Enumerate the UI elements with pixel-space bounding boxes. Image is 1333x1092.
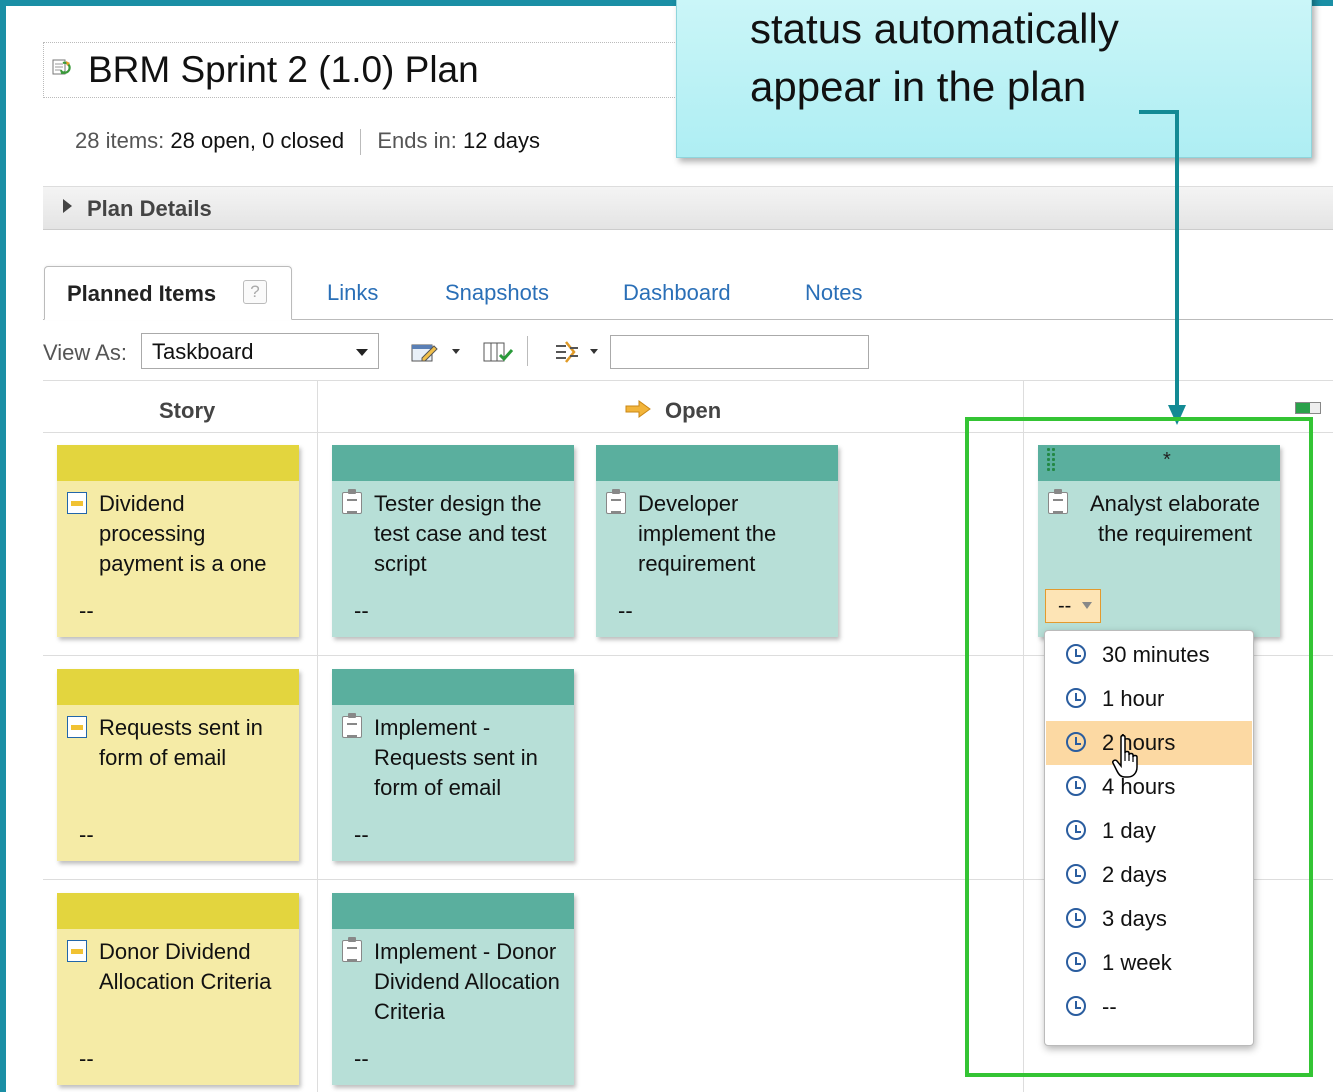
- toolbar-divider: [527, 336, 528, 366]
- help-icon[interactable]: ?: [243, 280, 267, 304]
- story-icon: [67, 716, 87, 738]
- callout-connector: [1139, 110, 1179, 114]
- callout-line: status automatically: [750, 5, 1119, 52]
- plan-details-label: Plan Details: [87, 196, 212, 221]
- board-top-line: [43, 380, 1333, 381]
- plan-summary: 28 items: 28 open, 0 closed Ends in: 12 …: [75, 128, 541, 156]
- tab-snapshots[interactable]: Snapshots: [445, 280, 549, 306]
- story-estimate: --: [79, 822, 94, 847]
- refresh-plan-icon: [52, 59, 71, 75]
- task-card[interactable]: Implement - Donor Dividend Allocation Cr…: [332, 893, 574, 1085]
- story-estimate: --: [79, 598, 94, 623]
- story-icon: [67, 940, 87, 962]
- edit-menu-chevron-icon[interactable]: [452, 349, 460, 354]
- callout-box: status automatically appear in the plan: [676, 0, 1312, 158]
- task-icon: [606, 489, 626, 514]
- task-title: Developer implement the requirement: [638, 491, 777, 576]
- story-icon: [67, 492, 87, 514]
- card-header-band: [332, 893, 574, 929]
- task-estimate: --: [354, 822, 369, 847]
- screen: BRM Sprint 2 (1.0) Plan 28 items: 28 ope…: [0, 0, 1333, 1092]
- task-card[interactable]: Tester design the test case and test scr…: [332, 445, 574, 637]
- frame-border-left: [0, 0, 6, 1092]
- task-card[interactable]: Implement - Requests sent in form of ema…: [332, 669, 574, 861]
- task-title: Tester design the test case and test scr…: [374, 491, 547, 576]
- summary-divider: [360, 129, 362, 156]
- filter-icon[interactable]: [552, 340, 582, 364]
- tab-dashboard[interactable]: Dashboard: [623, 280, 731, 306]
- story-title: Dividend processing payment is a one: [99, 491, 267, 576]
- story-estimate: --: [79, 1046, 94, 1071]
- task-title: Implement - Donor Dividend Allocation Cr…: [374, 939, 560, 1024]
- tab-label: Planned Items: [67, 281, 217, 306]
- card-header-band: [332, 669, 574, 705]
- card-header-band: [57, 893, 299, 929]
- task-card[interactable]: Developer implement the requirement --: [596, 445, 838, 637]
- column-header-open: Open: [665, 398, 722, 423]
- columns-icon[interactable]: [482, 340, 514, 364]
- tab-notes[interactable]: Notes: [805, 280, 862, 306]
- task-icon: [342, 713, 362, 738]
- story-card[interactable]: Donor Dividend Allocation Criteria --: [57, 893, 299, 1085]
- task-estimate: --: [354, 1046, 369, 1071]
- task-icon: [342, 937, 362, 962]
- column-toggle-icon[interactable]: [1295, 402, 1321, 414]
- card-header-band: [57, 445, 299, 481]
- story-card[interactable]: Requests sent in form of email --: [57, 669, 299, 861]
- callout-line: appear in the plan: [750, 63, 1087, 110]
- task-estimate: --: [618, 598, 633, 623]
- story-title: Donor Dividend Allocation Criteria: [99, 939, 272, 994]
- card-header-band: [57, 669, 299, 705]
- filter-input[interactable]: [610, 335, 869, 369]
- column-divider: [317, 380, 318, 1092]
- card-header-band: [596, 445, 838, 481]
- expand-arrow-icon[interactable]: [63, 199, 72, 213]
- ends-in-label: Ends in:: [377, 128, 457, 153]
- plan-title-field[interactable]: BRM Sprint 2 (1.0) Plan: [43, 42, 683, 98]
- view-as-select[interactable]: Taskboard: [141, 333, 379, 369]
- tab-planned-items[interactable]: Planned Items ?: [44, 266, 292, 320]
- open-arrow-icon: [625, 400, 651, 418]
- items-count-value: 28 open, 0 closed: [170, 128, 345, 153]
- column-header-story: Story: [159, 398, 216, 423]
- story-title: Requests sent in form of email: [99, 715, 263, 770]
- callout-connector: [1175, 110, 1179, 413]
- view-as-value: Taskboard: [152, 339, 254, 364]
- task-estimate: --: [354, 598, 369, 623]
- chevron-down-icon: [356, 349, 368, 356]
- task-title: Implement - Requests sent in form of ema…: [374, 715, 538, 800]
- story-card[interactable]: Dividend processing payment is a one --: [57, 445, 299, 637]
- task-icon: [342, 489, 362, 514]
- page-title: BRM Sprint 2 (1.0) Plan: [88, 49, 479, 90]
- tab-links[interactable]: Links: [327, 280, 378, 306]
- highlight-box: [965, 417, 1313, 1077]
- view-as-label: View As:: [43, 340, 127, 365]
- edit-icon[interactable]: [410, 340, 440, 364]
- items-count-label: 28 items:: [75, 128, 165, 153]
- card-header-band: [332, 445, 574, 481]
- plan-details-section[interactable]: Plan Details: [43, 186, 1333, 230]
- ends-in-value: 12 days: [462, 128, 541, 153]
- filter-menu-chevron-icon[interactable]: [590, 349, 598, 354]
